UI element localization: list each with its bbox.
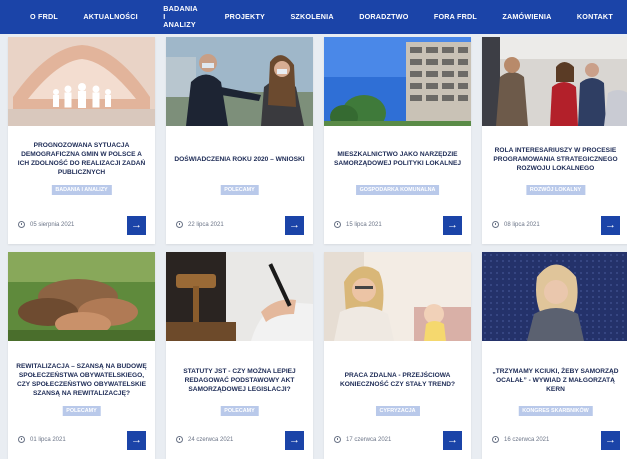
nav-item-badania-i-analizy[interactable]: BADANIA I ANALIZY — [163, 5, 199, 29]
article-date: 24 czerwca 2021 — [176, 436, 233, 443]
read-more-button[interactable]: → — [443, 216, 462, 235]
arrow-right-icon: → — [605, 434, 616, 446]
category-tag[interactable]: GOSPODARKA KOMUNALNA — [355, 185, 440, 195]
article-date: 01 lipca 2021 — [18, 436, 66, 443]
article-title[interactable]: „TRZYMAMY KCIUKI, ŻEBY SAMORZĄD OCALAŁ” … — [490, 358, 621, 402]
clock-icon — [18, 436, 25, 443]
arrow-right-icon: → — [289, 219, 300, 231]
category-tag[interactable]: POLECAMY — [220, 406, 259, 416]
article-card[interactable]: REWITALIZACJA – SZANSĄ NA BUDOWĘ SPOŁECZ… — [8, 252, 155, 459]
read-more-button[interactable]: → — [285, 431, 304, 450]
nav-item-szkolenia[interactable]: SZKOLENIA — [290, 13, 333, 21]
article-image[interactable] — [482, 252, 627, 341]
article-date: 16 czerwca 2021 — [492, 436, 549, 443]
read-more-button[interactable]: → — [443, 431, 462, 450]
nav-item-doradztwo[interactable]: DORADZTWO — [359, 13, 408, 21]
clock-icon — [176, 436, 183, 443]
article-card[interactable]: „TRZYMAMY KCIUKI, ŻEBY SAMORZĄD OCALAŁ” … — [482, 252, 627, 459]
article-date: 22 lipca 2021 — [176, 221, 224, 228]
arrow-right-icon: → — [289, 434, 300, 446]
arrow-right-icon: → — [447, 219, 458, 231]
category-tag[interactable]: POLECAMY — [62, 406, 101, 416]
clock-icon — [492, 436, 499, 443]
article-image[interactable] — [166, 252, 313, 341]
clock-icon — [492, 221, 499, 228]
read-more-button[interactable]: → — [285, 216, 304, 235]
article-title[interactable]: ROLA INTERESARIUSZY W PROCESIE PROGRAMOW… — [490, 137, 621, 181]
article-image[interactable] — [482, 37, 627, 126]
article-image[interactable] — [324, 37, 471, 126]
date-text: 17 czerwca 2021 — [346, 436, 392, 443]
article-image[interactable] — [8, 37, 155, 126]
nav-item-zamowienia[interactable]: ZAMÓWIENIA — [502, 13, 551, 21]
article-image[interactable] — [324, 252, 471, 341]
article-title[interactable]: DOŚWIADCZENIA ROKU 2020 – WNIOSKI — [174, 137, 305, 181]
read-more-button[interactable]: → — [127, 431, 146, 450]
date-text: 08 lipca 2021 — [504, 221, 540, 228]
article-title[interactable]: PROGNOZOWANA SYTUACJA DEMOGRAFICZNA GMIN… — [16, 137, 147, 181]
date-text: 24 czerwca 2021 — [188, 436, 234, 443]
article-title[interactable]: PRACA ZDALNA - PRZEJŚCIOWA KONIECZNOŚĆ C… — [332, 358, 463, 402]
article-date: 15 lipca 2021 — [334, 221, 382, 228]
article-card[interactable]: PROGNOZOWANA SYTUACJA DEMOGRAFICZNA GMIN… — [8, 37, 155, 244]
articles-grid: PROGNOZOWANA SYTUACJA DEMOGRAFICZNA GMIN… — [8, 37, 627, 459]
clock-icon — [334, 221, 341, 228]
clock-icon — [176, 221, 183, 228]
article-date: 08 lipca 2021 — [492, 221, 540, 228]
nav-item-aktualnosci[interactable]: AKTUALNOŚCI — [83, 13, 138, 21]
nav-item-projekty[interactable]: PROJEKTY — [225, 13, 265, 21]
article-date: 17 czerwca 2021 — [334, 436, 391, 443]
arrow-right-icon: → — [131, 434, 142, 446]
nav-item-kontakt[interactable]: KONTAKT — [577, 13, 613, 21]
article-title[interactable]: REWITALIZACJA – SZANSĄ NA BUDOWĘ SPOŁECZ… — [16, 358, 147, 402]
date-text: 05 sierpnia 2021 — [30, 221, 75, 228]
nav-item-fora-frdl[interactable]: FORA FRDL — [434, 13, 477, 21]
category-tag[interactable]: BADANIA I ANALIZY — [51, 185, 112, 195]
article-card[interactable]: ROLA INTERESARIUSZY W PROCESIE PROGRAMOW… — [482, 37, 627, 244]
clock-icon — [18, 221, 25, 228]
article-date: 05 sierpnia 2021 — [18, 221, 74, 228]
main-navigation: O FRDL AKTUALNOŚCI BADANIA I ANALIZY PRO… — [0, 0, 627, 34]
date-text: 15 lipca 2021 — [346, 221, 382, 228]
article-title[interactable]: STATUTY JST - CZY MOŻNA LEPIEJ REDAGOWAĆ… — [174, 358, 305, 402]
category-tag[interactable]: ROZWÓJ LOKALNY — [525, 185, 586, 195]
article-image[interactable] — [8, 252, 155, 341]
date-text: 01 lipca 2021 — [30, 436, 66, 443]
date-text: 16 czerwca 2021 — [504, 436, 550, 443]
article-card[interactable]: MIESZKALNICTWO JAKO NARZĘDZIE SAMORZĄDOW… — [324, 37, 471, 244]
article-card[interactable]: DOŚWIADCZENIA ROKU 2020 – WNIOSKI POLECA… — [166, 37, 313, 244]
read-more-button[interactable]: → — [601, 431, 620, 450]
article-card[interactable]: STATUTY JST - CZY MOŻNA LEPIEJ REDAGOWAĆ… — [166, 252, 313, 459]
category-tag[interactable]: POLECAMY — [220, 185, 259, 195]
arrow-right-icon: → — [447, 434, 458, 446]
article-title[interactable]: MIESZKALNICTWO JAKO NARZĘDZIE SAMORZĄDOW… — [332, 137, 463, 181]
category-tag[interactable]: KONGRES SKARBNIKÓW — [518, 406, 593, 416]
nav-item-o-frdl[interactable]: O FRDL — [30, 13, 58, 21]
article-image[interactable] — [166, 37, 313, 126]
read-more-button[interactable]: → — [601, 216, 620, 235]
arrow-right-icon: → — [605, 219, 616, 231]
date-text: 22 lipca 2021 — [188, 221, 224, 228]
article-card[interactable]: PRACA ZDALNA - PRZEJŚCIOWA KONIECZNOŚĆ C… — [324, 252, 471, 459]
read-more-button[interactable]: → — [127, 216, 146, 235]
clock-icon — [334, 436, 341, 443]
category-tag[interactable]: CYFRYZACJA — [375, 406, 420, 416]
arrow-right-icon: → — [131, 219, 142, 231]
